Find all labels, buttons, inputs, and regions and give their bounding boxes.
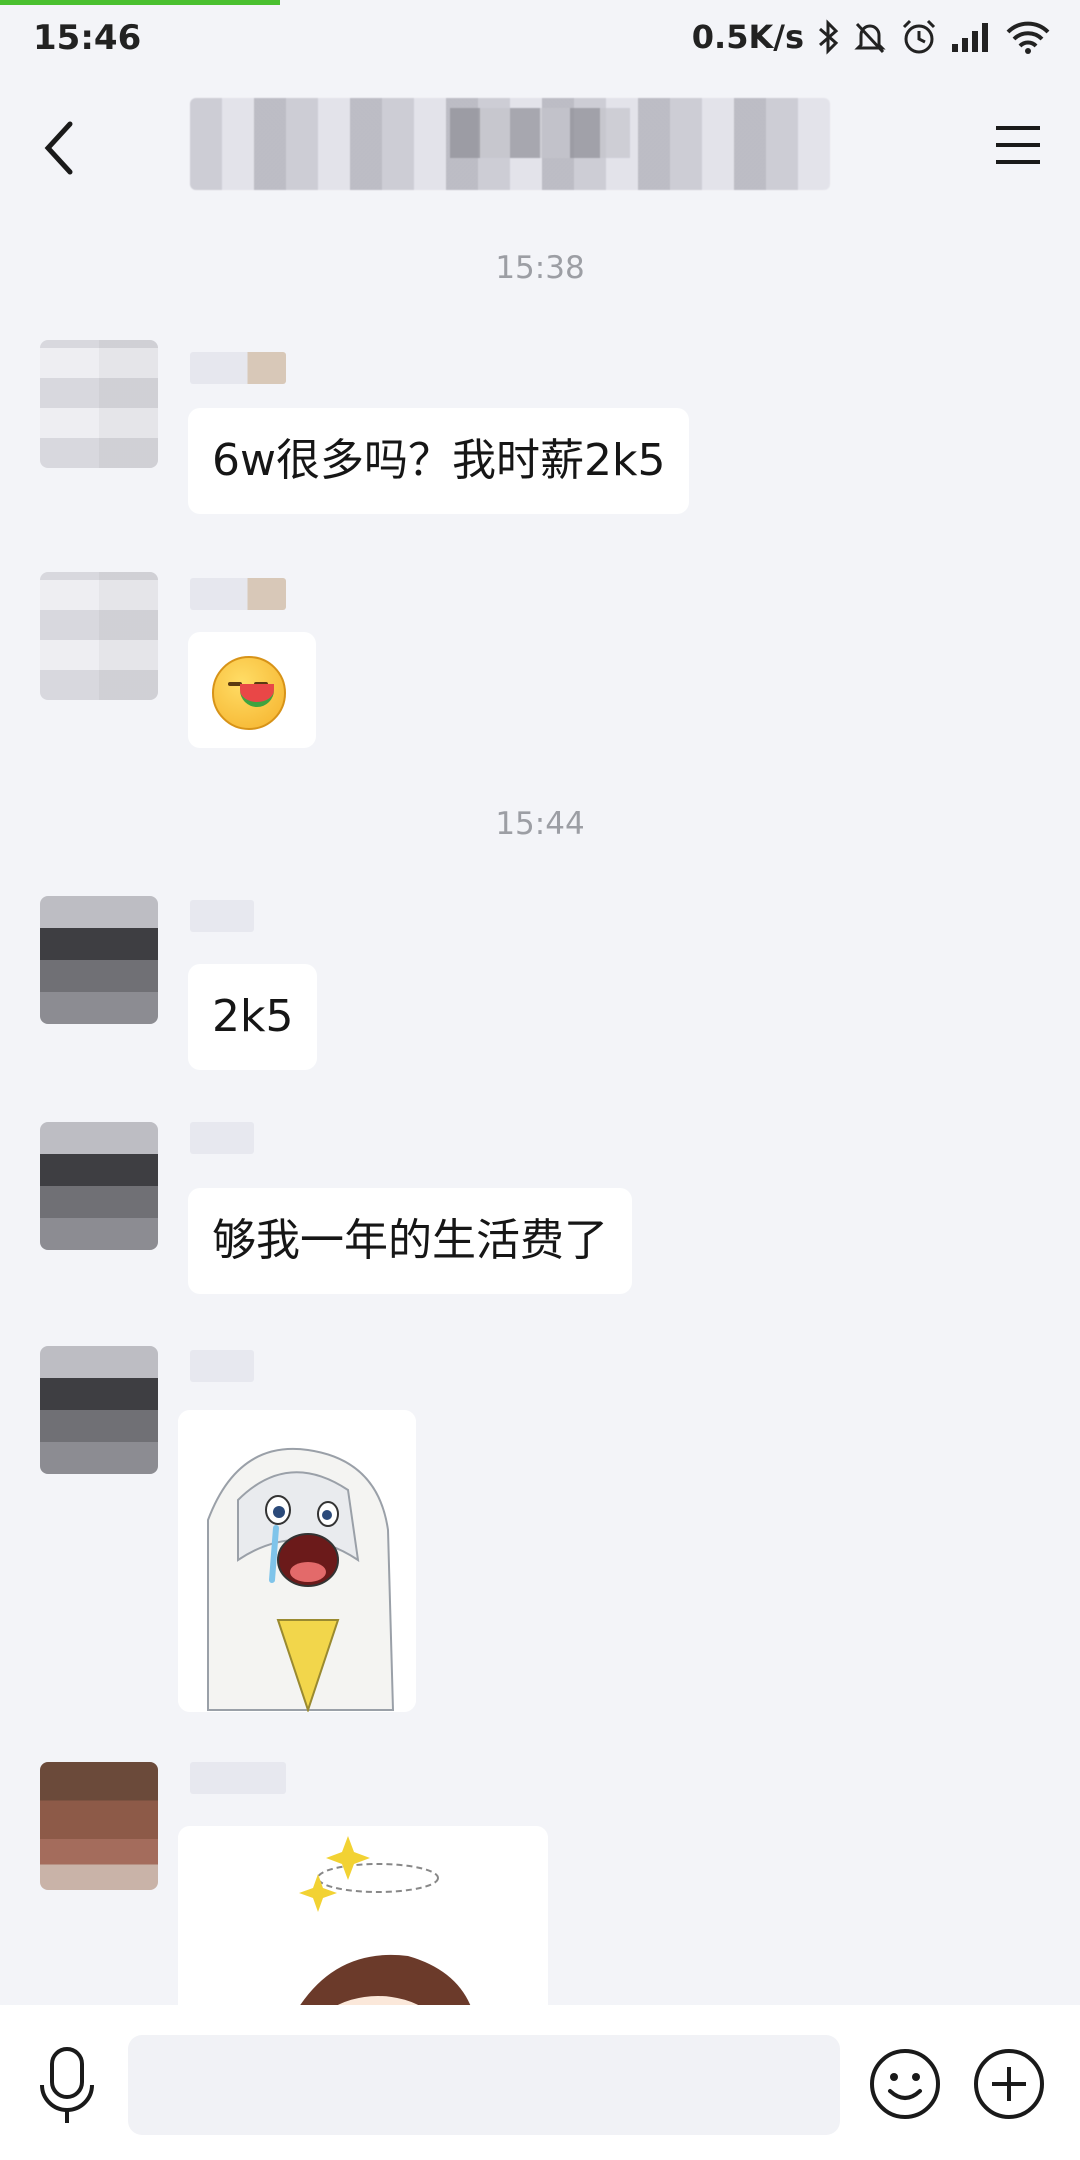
message-bubble[interactable]: 够我一年的生活费了	[188, 1188, 632, 1294]
sender-name-redacted	[190, 578, 286, 610]
plus-circle-icon[interactable]	[972, 2047, 1046, 2121]
message-bubble-emoji[interactable]	[188, 632, 316, 748]
avatar[interactable]	[40, 1762, 158, 1890]
dizzy-anime-girl-sticker[interactable]	[178, 1826, 548, 2005]
hamburger-menu-icon[interactable]	[994, 122, 1042, 168]
emoji-smile-icon[interactable]	[868, 2047, 942, 2121]
message-input[interactable]	[128, 2035, 840, 2135]
avatar[interactable]	[40, 1346, 158, 1474]
wifi-icon	[1006, 21, 1050, 54]
chevron-left-icon[interactable]	[40, 118, 80, 178]
avatar[interactable]	[40, 340, 158, 468]
sticker-image	[178, 1410, 416, 1712]
chat-title-redacted	[190, 98, 830, 190]
timestamp: 15:44	[495, 806, 585, 842]
message-bubble[interactable]: 2k5	[188, 964, 318, 1070]
sender-name-redacted	[190, 1350, 254, 1382]
bell-muted-icon	[854, 22, 886, 54]
avatar[interactable]	[40, 896, 158, 1024]
microphone-icon[interactable]	[36, 2045, 98, 2127]
input-bar	[0, 2005, 1080, 2160]
sender-name-redacted	[190, 900, 254, 932]
sender-name-redacted	[190, 1122, 254, 1154]
bluetooth-icon	[819, 19, 839, 55]
status-bar: 15:46 0.5K/s	[0, 0, 1080, 80]
sender-name-redacted	[190, 1762, 286, 1794]
message-bubble[interactable]: 6w很多吗？我时薪2k5	[188, 408, 690, 514]
crying-anime-girl-sticker[interactable]	[178, 1410, 416, 1712]
timestamp: 15:38	[495, 250, 585, 286]
message-list[interactable]: 15:38 6w很多吗？我时薪2k5 15:44 2k5 够我一年的生活费了	[0, 210, 1080, 2005]
sender-name-redacted	[190, 352, 286, 384]
signal-icon	[952, 23, 988, 52]
avatar[interactable]	[40, 1122, 158, 1250]
status-icons: 0.5K/s	[692, 18, 1050, 56]
chat-header	[0, 80, 1080, 210]
sticker-image	[178, 1826, 548, 2005]
alarm-icon	[902, 19, 936, 54]
network-speed: 0.5K/s	[691, 18, 804, 56]
avatar[interactable]	[40, 572, 158, 700]
status-time: 15:46	[33, 18, 142, 58]
